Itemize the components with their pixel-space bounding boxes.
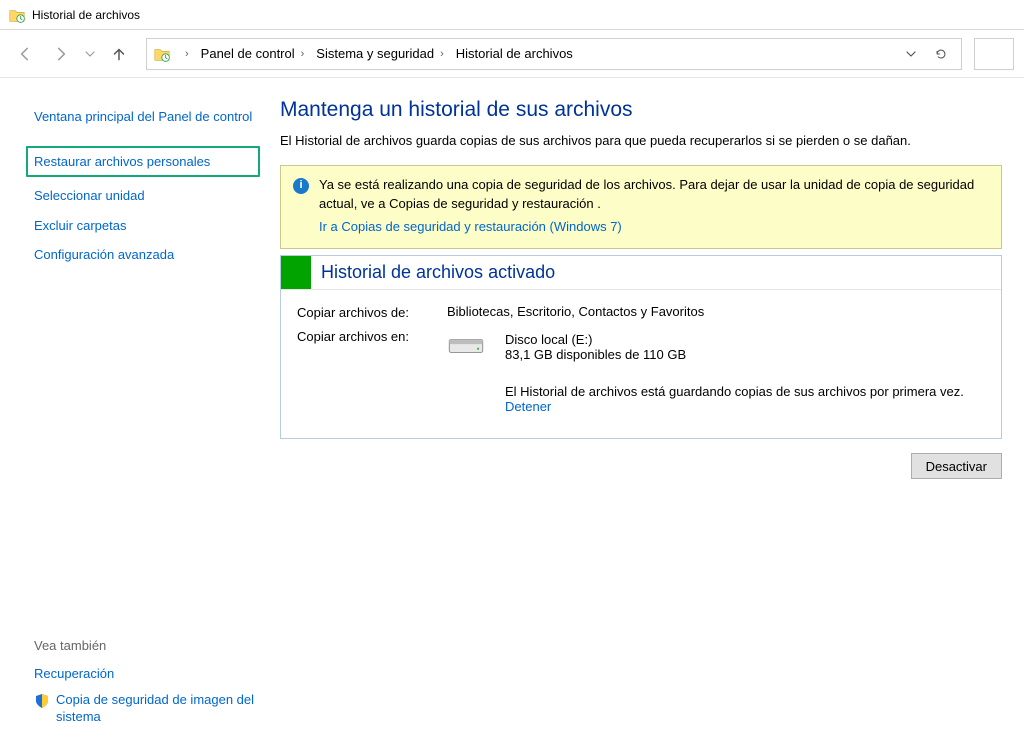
breadcrumb-control-panel[interactable]: Panel de control › <box>197 39 309 69</box>
breadcrumb-system-security[interactable]: Sistema y seguridad › <box>312 39 447 69</box>
breadcrumb-label: Sistema y seguridad <box>316 46 434 61</box>
copy-from-label: Copiar archivos de: <box>297 304 447 320</box>
hard-drive-icon <box>447 332 485 360</box>
stop-link[interactable]: Detener <box>505 399 551 414</box>
breadcrumb-root-chevron[interactable]: › <box>179 39 193 69</box>
disk-name: Disco local (E:) <box>505 332 964 347</box>
back-button[interactable] <box>10 39 40 69</box>
sidebar: Ventana principal del Panel de control R… <box>0 78 270 740</box>
sidebar-link-exclude-folders[interactable]: Excluir carpetas <box>30 211 260 241</box>
backup-restore-link[interactable]: Ir a Copias de seguridad y restauración … <box>319 218 622 237</box>
breadcrumb-label: Historial de archivos <box>456 46 573 61</box>
sidebar-link-advanced-settings[interactable]: Configuración avanzada <box>30 240 260 270</box>
file-history-icon <box>153 45 171 63</box>
see-also-heading: Vea también <box>34 638 260 653</box>
status-title: Historial de archivos activado <box>311 256 565 289</box>
saving-message: El Historial de archivos está guardando … <box>505 384 964 399</box>
chevron-right-icon: › <box>440 48 444 60</box>
file-history-icon <box>8 6 26 24</box>
breadcrumb-file-history[interactable]: Historial de archivos <box>452 39 577 69</box>
breadcrumb-label: Panel de control <box>201 46 295 61</box>
page-heading: Mantenga un historial de sus archivos <box>280 98 1002 122</box>
copy-from-value: Bibliotecas, Escritorio, Contactos y Fav… <box>447 304 985 320</box>
sidebar-link-control-panel-home[interactable]: Ventana principal del Panel de control <box>30 102 260 132</box>
notice-text: Ya se está realizando una copia de segur… <box>319 177 974 211</box>
sidebar-link-restore-files[interactable]: Restaurar archivos personales <box>32 151 254 173</box>
up-button[interactable] <box>104 39 134 69</box>
page-subtitle: El Historial de archivos guarda copias d… <box>280 132 1002 151</box>
recent-locations-button[interactable] <box>82 39 98 69</box>
search-box[interactable] <box>974 38 1014 70</box>
info-icon: i <box>293 178 309 194</box>
sidebar-link-recovery[interactable]: Recuperación <box>34 665 114 683</box>
address-bar[interactable]: › Panel de control › Sistema y seguridad… <box>146 38 962 70</box>
disk-space: 83,1 GB disponibles de 110 GB <box>505 347 964 362</box>
navbar: › Panel de control › Sistema y seguridad… <box>0 30 1024 78</box>
deactivate-button[interactable]: Desactivar <box>911 453 1002 479</box>
refresh-button[interactable] <box>927 40 955 68</box>
highlighted-link-box: Restaurar archivos personales <box>26 146 260 178</box>
info-notice: i Ya se está realizando una copia de seg… <box>280 165 1002 250</box>
address-dropdown-button[interactable] <box>897 40 925 68</box>
forward-button[interactable] <box>46 39 76 69</box>
status-panel: Historial de archivos activado Copiar ar… <box>280 255 1002 439</box>
sidebar-link-select-drive[interactable]: Seleccionar unidad <box>30 181 260 211</box>
copy-to-label: Copiar archivos en: <box>297 328 447 414</box>
status-stripe-on <box>281 256 311 289</box>
window-title: Historial de archivos <box>32 8 140 22</box>
titlebar: Historial de archivos <box>0 0 1024 30</box>
sidebar-link-system-image-backup[interactable]: Copia de seguridad de imagen del sistema <box>56 691 256 726</box>
main-content: Mantenga un historial de sus archivos El… <box>270 78 1024 740</box>
shield-icon <box>34 693 50 709</box>
chevron-right-icon: › <box>301 48 305 60</box>
